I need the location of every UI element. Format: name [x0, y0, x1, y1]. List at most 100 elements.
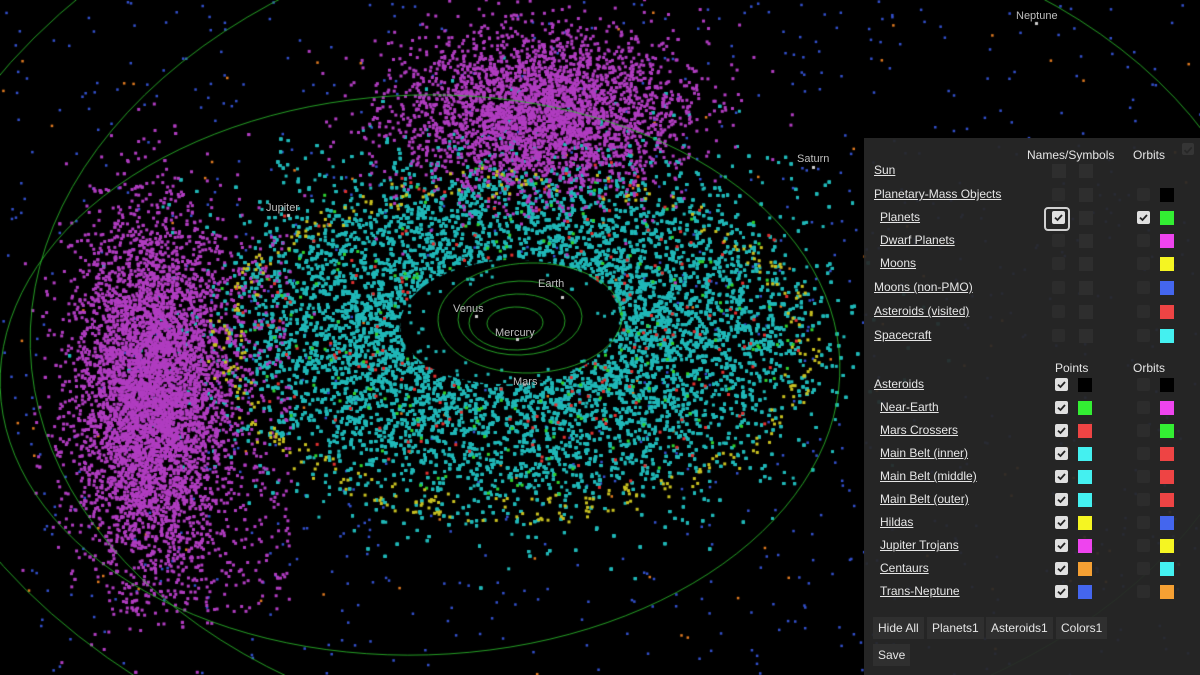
orbit-color-swatch[interactable]	[1160, 539, 1174, 553]
orbit-checkbox[interactable]	[1137, 281, 1150, 294]
points-checkbox[interactable]	[1055, 470, 1068, 483]
points-checkbox[interactable]	[1055, 585, 1068, 598]
orbit-color-swatch[interactable]	[1160, 562, 1174, 576]
points-color-swatch[interactable]	[1078, 424, 1092, 438]
orbit-checkbox[interactable]	[1137, 539, 1150, 552]
names-color-swatch[interactable]	[1079, 281, 1093, 295]
points-checkbox[interactable]	[1055, 516, 1068, 529]
asteroid-label-asteroids[interactable]: Asteroids	[874, 377, 924, 391]
names-checkbox[interactable]	[1052, 257, 1065, 270]
orbit-color-swatch[interactable]	[1160, 281, 1174, 295]
asteroid-label-trans-neptune[interactable]: Trans-Neptune	[880, 584, 960, 598]
save-button[interactable]: Save	[873, 644, 911, 666]
names-checkbox[interactable]	[1052, 281, 1065, 294]
names-checkbox[interactable]	[1052, 329, 1065, 342]
planets1-button[interactable]: Planets1	[927, 617, 984, 639]
orbit-color-swatch[interactable]	[1160, 257, 1174, 271]
points-checkbox[interactable]	[1055, 378, 1068, 391]
visibility-panel: Names/Symbols Orbits Sun Planetary-Mass O…	[864, 138, 1200, 675]
asteroid-label-main-belt-inner[interactable]: Main Belt (inner)	[880, 446, 968, 460]
pmo-label-asteroids-visited[interactable]: Asteroids (visited)	[874, 304, 969, 318]
orbit-checkbox[interactable]	[1137, 585, 1150, 598]
orbit-color-swatch[interactable]	[1160, 211, 1174, 225]
points-color-swatch[interactable]	[1078, 401, 1092, 415]
orbit-color-swatch[interactable]	[1160, 585, 1174, 599]
points-color-swatch[interactable]	[1078, 493, 1092, 507]
asteroid-label-hildas[interactable]: Hildas	[880, 515, 913, 529]
points-checkbox[interactable]	[1055, 493, 1068, 506]
orbit-checkbox[interactable]	[1137, 493, 1150, 506]
pmo-label-dwarf-planets[interactable]: Dwarf Planets	[880, 233, 955, 247]
hide-all-button[interactable]: Hide All	[873, 617, 924, 639]
asteroid-label-main-belt-outer[interactable]: Main Belt (outer)	[880, 492, 969, 506]
orbit-color-swatch[interactable]	[1160, 305, 1174, 319]
asteroid-label-main-belt-middle[interactable]: Main Belt (middle)	[880, 469, 977, 483]
names-checkbox[interactable]	[1052, 234, 1065, 247]
orbit-checkbox[interactable]	[1137, 470, 1150, 483]
names-color-swatch[interactable]	[1079, 305, 1093, 319]
names-checkbox[interactable]	[1052, 188, 1065, 201]
planet-label-venus[interactable]: Venus	[453, 303, 484, 315]
names-checkbox[interactable]	[1052, 305, 1065, 318]
orbit-checkbox[interactable]	[1137, 257, 1150, 270]
orbit-checkbox[interactable]	[1137, 329, 1150, 342]
asteroids1-button[interactable]: Asteroids1	[986, 617, 1053, 639]
orbit-color-swatch[interactable]	[1160, 378, 1174, 392]
pmo-label-moons[interactable]: Moons	[880, 256, 916, 270]
orbit-checkbox[interactable]	[1137, 516, 1150, 529]
points-checkbox[interactable]	[1055, 401, 1068, 414]
orbit-checkbox[interactable]	[1137, 424, 1150, 437]
orbit-checkbox[interactable]	[1137, 305, 1150, 318]
planet-label-neptune[interactable]: Neptune	[1016, 10, 1058, 22]
points-color-swatch[interactable]	[1078, 447, 1092, 461]
planet-label-mercury[interactable]: Mercury	[495, 327, 535, 339]
asteroid-label-centaurs[interactable]: Centaurs	[880, 561, 929, 575]
asteroid-label-near-earth[interactable]: Near-Earth	[880, 400, 939, 414]
orbit-color-swatch[interactable]	[1160, 447, 1174, 461]
orbit-checkbox[interactable]	[1137, 188, 1150, 201]
orbit-checkbox[interactable]	[1137, 234, 1150, 247]
names-color-swatch[interactable]	[1079, 257, 1093, 271]
points-color-swatch[interactable]	[1078, 470, 1092, 484]
points-checkbox[interactable]	[1055, 562, 1068, 575]
orbit-color-swatch[interactable]	[1160, 329, 1174, 343]
orbit-checkbox[interactable]	[1137, 562, 1150, 575]
names-color-swatch[interactable]	[1079, 329, 1093, 343]
orbit-checkbox[interactable]	[1137, 211, 1150, 224]
names-color-swatch[interactable]	[1079, 188, 1093, 202]
orbit-color-swatch[interactable]	[1160, 401, 1174, 415]
asteroid-label-mars-crossers[interactable]: Mars Crossers	[880, 423, 958, 437]
names-color-swatch[interactable]	[1079, 234, 1093, 248]
points-checkbox[interactable]	[1055, 447, 1068, 460]
pmo-label-planets[interactable]: Planets	[880, 210, 920, 224]
points-checkbox[interactable]	[1055, 539, 1068, 552]
asteroid-label-jupiter-trojans[interactable]: Jupiter Trojans	[880, 538, 959, 552]
pmo-label-sun[interactable]: Sun	[874, 163, 895, 177]
points-color-swatch[interactable]	[1078, 378, 1092, 392]
planet-label-earth[interactable]: Earth	[538, 278, 564, 290]
orbit-checkbox[interactable]	[1137, 447, 1150, 460]
names-color-swatch[interactable]	[1079, 211, 1093, 225]
points-color-swatch[interactable]	[1078, 562, 1092, 576]
points-color-swatch[interactable]	[1078, 516, 1092, 530]
pmo-label-moons-non-pmo[interactable]: Moons (non-PMO)	[874, 280, 973, 294]
orbit-color-swatch[interactable]	[1160, 516, 1174, 530]
points-color-swatch[interactable]	[1078, 585, 1092, 599]
orbit-color-swatch[interactable]	[1160, 470, 1174, 484]
orbit-checkbox[interactable]	[1137, 401, 1150, 414]
pmo-label-planetary-mass-objects[interactable]: Planetary-Mass Objects	[874, 187, 1001, 201]
names-color-swatch[interactable]	[1079, 164, 1093, 178]
orbit-color-swatch[interactable]	[1160, 424, 1174, 438]
pmo-label-spacecraft[interactable]: Spacecraft	[874, 328, 931, 342]
orbit-color-swatch[interactable]	[1160, 493, 1174, 507]
planet-label-jupiter[interactable]: Jupiter	[266, 202, 299, 214]
points-color-swatch[interactable]	[1078, 539, 1092, 553]
names-checkbox[interactable]	[1052, 164, 1066, 178]
orbit-checkbox[interactable]	[1137, 378, 1150, 391]
planet-label-saturn[interactable]: Saturn	[797, 153, 829, 165]
colors1-button[interactable]: Colors1	[1056, 617, 1108, 639]
points-checkbox[interactable]	[1055, 424, 1068, 437]
orbit-color-swatch[interactable]	[1160, 188, 1174, 202]
orbit-color-swatch[interactable]	[1160, 234, 1174, 248]
planet-label-mars[interactable]: Mars	[513, 376, 537, 388]
